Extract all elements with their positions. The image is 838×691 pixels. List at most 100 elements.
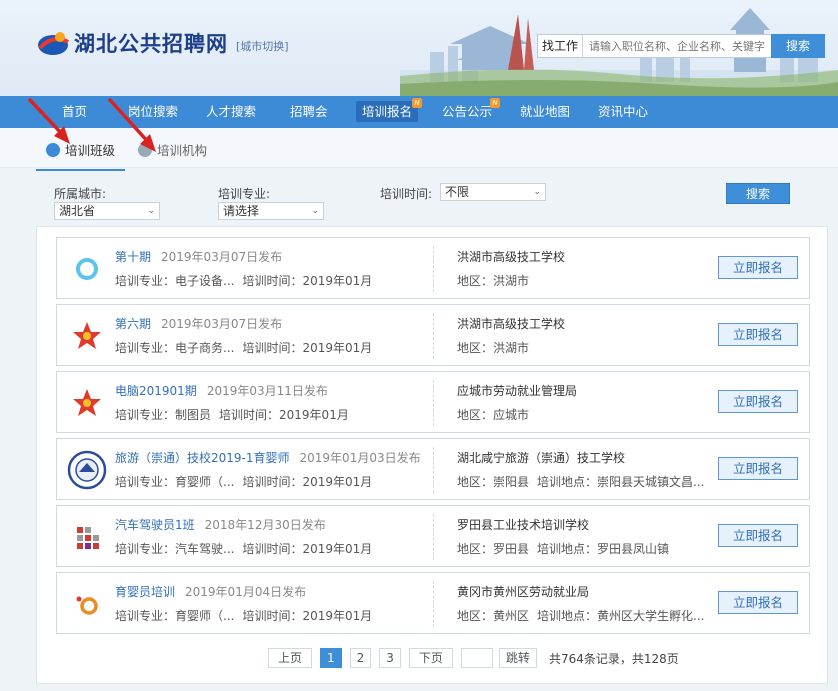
prev-page-button[interactable]: 上页 bbox=[268, 648, 312, 668]
training-time: 培训时间：2019年01月 bbox=[219, 408, 349, 422]
school-name: 湖北咸宁旅游（崇通）技工学校 bbox=[457, 451, 626, 465]
training-major: 培训专业：汽车驾驶... bbox=[115, 542, 235, 556]
page-button-3[interactable]: 3 bbox=[379, 648, 401, 668]
orange-swirl-logo-icon bbox=[76, 596, 98, 615]
divider bbox=[433, 313, 434, 359]
nav-label: 就业地图 bbox=[520, 104, 571, 119]
training-time: 培训时间：2019年01月 bbox=[242, 341, 373, 355]
class-title-link[interactable]: 育婴员培训 bbox=[115, 585, 175, 599]
divider bbox=[433, 514, 434, 560]
major-filter-label: 培训专业: bbox=[218, 187, 271, 201]
star-logo-icon bbox=[73, 322, 101, 349]
training-major: 培训专业：电子设备... bbox=[115, 274, 235, 288]
next-page-button[interactable]: 下页 bbox=[408, 648, 453, 668]
school-name: 洪湖市高级技工学校 bbox=[457, 250, 566, 264]
city-select-value: 湖北省 bbox=[59, 204, 96, 218]
training-major: 培训专业：育婴师（... bbox=[115, 475, 235, 489]
nav-label: 招聘会 bbox=[290, 104, 328, 119]
training-major: 培训专业：电子商务... bbox=[115, 341, 235, 355]
training-location: 培训地点：崇阳县天城镇文昌... bbox=[537, 475, 705, 489]
publish-date: 2019年01月04日发布 bbox=[185, 585, 307, 599]
region: 地区：黄州区 bbox=[457, 609, 530, 623]
new-badge-icon: N bbox=[490, 98, 500, 108]
class-title-link[interactable]: 旅游（崇通）技校2019-1育婴师 bbox=[115, 451, 290, 465]
school-seal-icon bbox=[67, 450, 107, 490]
region: 地区：罗田县 bbox=[457, 542, 530, 556]
class-title-link[interactable]: 第六期 bbox=[115, 317, 151, 331]
page-button-1[interactable]: 1 bbox=[320, 648, 342, 668]
red-arrow-icon bbox=[108, 98, 156, 152]
nav-label: 公告公示 bbox=[442, 104, 493, 119]
nav-label: 培训报名 bbox=[356, 101, 419, 122]
region: 地区：洪湖市 bbox=[457, 341, 530, 355]
time-filter-label: 培训时间: bbox=[380, 187, 433, 201]
site-header: 湖北公共招聘网 [城市切换] 找工作 搜索 bbox=[0, 0, 838, 96]
training-location: 培训地点：罗田县凤山镇 bbox=[537, 542, 670, 556]
list-item: 电脑201901期 2019年03月11日发布 培训专业：制图员 培训时间：2019… bbox=[56, 371, 810, 433]
signup-button[interactable]: 立即报名 bbox=[718, 256, 798, 279]
training-time: 培训时间：2019年01月 bbox=[242, 542, 373, 556]
signup-button[interactable]: 立即报名 bbox=[718, 524, 798, 547]
major-select[interactable]: 请选择 ⌄ bbox=[218, 202, 324, 220]
filter-search-button[interactable]: 搜索 bbox=[726, 183, 790, 204]
major-select-value: 请选择 bbox=[223, 204, 260, 218]
signup-button[interactable]: 立即报名 bbox=[718, 323, 798, 346]
time-select[interactable]: 不限 ⌄ bbox=[440, 183, 546, 201]
region: 地区：崇阳县 bbox=[457, 475, 530, 489]
publish-date: 2019年03月11日发布 bbox=[206, 384, 328, 398]
publish-date: 2019年03月07日发布 bbox=[161, 250, 283, 264]
page-jump-input[interactable] bbox=[460, 648, 493, 668]
list-item: 第十期 2019年03月07日发布 培训专业：电子设备... 培训时间：2019年0… bbox=[56, 237, 810, 299]
divider bbox=[433, 380, 434, 426]
time-select-value: 不限 bbox=[445, 185, 470, 199]
divider bbox=[433, 581, 434, 627]
city-switch-link[interactable]: [城市切换] bbox=[236, 38, 289, 54]
class-title-link[interactable]: 汽车驾驶员1班 bbox=[115, 518, 195, 532]
nav-item-talent-search[interactable]: 人才搜索 bbox=[206, 96, 256, 128]
school-name: 罗田县工业技术培训学校 bbox=[457, 518, 590, 532]
header-search: 找工作 搜索 bbox=[537, 34, 825, 58]
chevron-down-icon: ⌄ bbox=[533, 187, 541, 197]
publish-date: 2018年12月30日发布 bbox=[204, 518, 326, 532]
training-time: 培训时间：2019年01月 bbox=[242, 274, 373, 288]
signup-button[interactable]: 立即报名 bbox=[718, 390, 798, 413]
page-button-2[interactable]: 2 bbox=[349, 648, 372, 668]
class-title-link[interactable]: 电脑201901期 bbox=[115, 384, 197, 398]
star-logo-icon bbox=[73, 389, 101, 416]
training-time: 培训时间：2019年01月 bbox=[242, 609, 373, 623]
city-select[interactable]: 湖北省 ⌄ bbox=[54, 202, 160, 220]
publish-date: 2019年01月03日发布 bbox=[299, 451, 421, 465]
blocks-logo-icon bbox=[77, 527, 99, 549]
training-location: 培训地点：黄州区大学生孵化... bbox=[537, 609, 705, 623]
jump-button[interactable]: 跳转 bbox=[498, 648, 537, 668]
ring-logo-icon bbox=[76, 258, 98, 280]
nav-item-job-fair[interactable]: 招聘会 bbox=[290, 96, 328, 128]
list-item: 第六期 2019年03月07日发布 培训专业：电子商务... 培训时间：2019年0… bbox=[56, 304, 810, 366]
list-item: 汽车驾驶员1班 2018年12月30日发布 培训专业：汽车驾驶... 培训时间：20… bbox=[56, 505, 810, 567]
nav-item-announcements[interactable]: 公告公示 N bbox=[442, 96, 500, 128]
search-type-select[interactable]: 找工作 bbox=[538, 35, 584, 57]
header-search-button[interactable]: 搜索 bbox=[771, 34, 825, 58]
publish-date: 2019年03月07日发布 bbox=[161, 317, 283, 331]
list-item: 旅游（崇通）技校2019-1育婴师 2019年01月03日发布 培训专业：育婴师（… bbox=[56, 438, 810, 500]
record-total: 共764条记录，共128页 bbox=[548, 651, 679, 666]
nav-item-news-center[interactable]: 资讯中心 bbox=[598, 96, 648, 128]
nav-item-training-signup[interactable]: 培训报名 N bbox=[356, 96, 422, 128]
region: 地区：应城市 bbox=[457, 408, 530, 422]
class-title-link[interactable]: 第十期 bbox=[115, 250, 151, 264]
divider bbox=[433, 246, 434, 292]
chevron-down-icon: ⌄ bbox=[147, 206, 155, 216]
site-logo[interactable]: 湖北公共招聘网 [城市切换] bbox=[36, 28, 289, 58]
training-major: 培训专业：育婴师（... bbox=[115, 609, 235, 623]
school-name: 洪湖市高级技工学校 bbox=[457, 317, 566, 331]
training-time: 培训时间：2019年01月 bbox=[242, 475, 373, 489]
search-input[interactable] bbox=[583, 39, 772, 53]
pagination: 上页 1 2 3 下页 跳转 共764条记录，共128页 bbox=[268, 648, 679, 668]
nav-item-employment-map[interactable]: 就业地图 bbox=[520, 96, 570, 128]
signup-button[interactable]: 立即报名 bbox=[718, 457, 798, 480]
signup-button[interactable]: 立即报名 bbox=[718, 591, 798, 614]
new-badge-icon: N bbox=[412, 98, 422, 108]
list-item: 育婴员培训 2019年01月04日发布 培训专业：育婴师（... 培训时间：2019… bbox=[56, 572, 810, 634]
school-name: 应城市劳动就业管理局 bbox=[457, 384, 578, 398]
tab-label: 培训机构 bbox=[157, 143, 208, 158]
